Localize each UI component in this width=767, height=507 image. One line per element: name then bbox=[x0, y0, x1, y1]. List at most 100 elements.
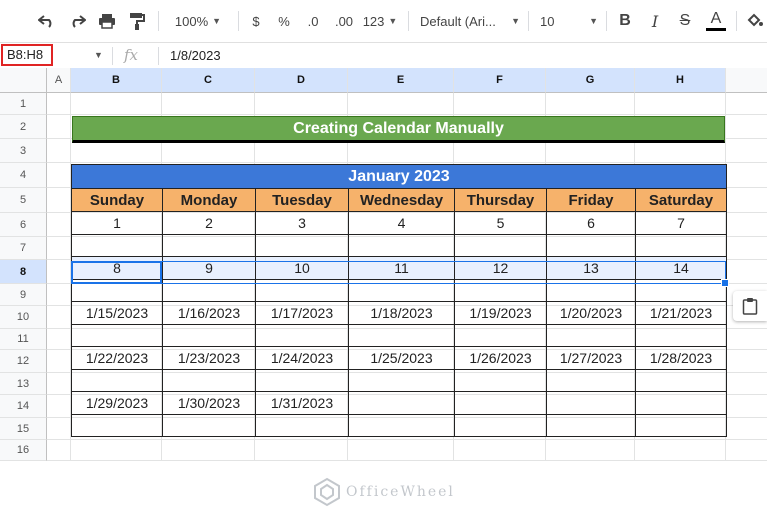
day-header-monday[interactable]: Monday bbox=[162, 188, 256, 212]
date-cell[interactable]: 1/16/2023 bbox=[162, 301, 256, 325]
empty-cell[interactable] bbox=[348, 414, 455, 437]
bold-button[interactable]: B bbox=[614, 8, 636, 34]
formula-input[interactable]: 1/8/2023 bbox=[170, 48, 221, 63]
date-cell[interactable]: 1/31/2023 bbox=[255, 391, 349, 415]
row-header-6[interactable]: 6 bbox=[0, 213, 47, 237]
empty-cell[interactable] bbox=[71, 324, 163, 347]
empty-cell[interactable] bbox=[71, 414, 163, 437]
zoom-select[interactable]: 100% ▼ bbox=[168, 8, 228, 34]
row-header-9[interactable]: 9 bbox=[0, 284, 47, 306]
date-cell[interactable]: 11 bbox=[348, 256, 455, 280]
date-cell[interactable]: 1/24/2023 bbox=[255, 346, 349, 370]
date-cell[interactable] bbox=[454, 391, 547, 415]
currency-button[interactable]: $ bbox=[246, 8, 266, 34]
column-header-b[interactable]: B bbox=[71, 68, 162, 93]
date-cell[interactable]: 14 bbox=[635, 256, 727, 280]
day-header-friday[interactable]: Friday bbox=[546, 188, 636, 212]
date-cell[interactable]: 1/27/2023 bbox=[546, 346, 636, 370]
empty-cell[interactable] bbox=[71, 369, 163, 392]
calendar-month-title[interactable]: January 2023 bbox=[71, 164, 727, 189]
print-icon[interactable] bbox=[96, 8, 118, 34]
fill-color-icon[interactable] bbox=[744, 8, 766, 34]
empty-cell[interactable] bbox=[546, 414, 636, 437]
date-cell[interactable]: 1 bbox=[71, 211, 163, 235]
empty-cell[interactable] bbox=[162, 234, 256, 257]
empty-cell[interactable] bbox=[255, 324, 349, 347]
date-cell[interactable]: 9 bbox=[162, 256, 256, 280]
column-header-f[interactable]: F bbox=[454, 68, 546, 93]
empty-cell[interactable] bbox=[348, 324, 455, 347]
empty-cell[interactable] bbox=[454, 324, 547, 347]
empty-cell[interactable] bbox=[255, 369, 349, 392]
column-header-g[interactable]: G bbox=[546, 68, 635, 93]
undo-icon[interactable] bbox=[36, 8, 58, 34]
select-all-corner[interactable] bbox=[0, 68, 47, 93]
day-header-thursday[interactable]: Thursday bbox=[454, 188, 547, 212]
empty-cell[interactable] bbox=[71, 234, 163, 257]
empty-cell[interactable] bbox=[255, 414, 349, 437]
column-header-h[interactable]: H bbox=[635, 68, 726, 93]
date-cell[interactable] bbox=[635, 391, 727, 415]
empty-cell[interactable] bbox=[546, 324, 636, 347]
spreadsheet-grid[interactable]: A B C D E F G H 1 2 3 4 5 6 7 8 9 10 11 12 13 14 15 16 … bbox=[0, 68, 767, 507]
row-header-13[interactable]: 13 bbox=[0, 373, 47, 395]
column-header-d[interactable]: D bbox=[255, 68, 348, 93]
date-cell[interactable]: 1/21/2023 bbox=[635, 301, 727, 325]
font-select[interactable]: Default (Ari... ▼ bbox=[420, 8, 520, 34]
empty-cell[interactable] bbox=[546, 279, 636, 302]
empty-cell[interactable] bbox=[635, 279, 727, 302]
empty-cell[interactable] bbox=[454, 279, 547, 302]
date-cell[interactable]: 1/17/2023 bbox=[255, 301, 349, 325]
decrease-decimals-button[interactable]: .0 bbox=[302, 8, 324, 34]
empty-cell[interactable] bbox=[546, 369, 636, 392]
redo-icon[interactable] bbox=[66, 8, 88, 34]
date-cell[interactable]: 8 bbox=[71, 256, 163, 280]
empty-cell[interactable] bbox=[454, 234, 547, 257]
paint-format-icon[interactable] bbox=[126, 8, 148, 34]
column-header-c[interactable]: C bbox=[162, 68, 255, 93]
date-cell[interactable]: 1/30/2023 bbox=[162, 391, 256, 415]
day-header-tuesday[interactable]: Tuesday bbox=[255, 188, 349, 212]
empty-cell[interactable] bbox=[635, 324, 727, 347]
empty-cell[interactable] bbox=[162, 369, 256, 392]
row-header-2[interactable]: 2 bbox=[0, 115, 47, 139]
date-cell[interactable]: 13 bbox=[546, 256, 636, 280]
row-header-12[interactable]: 12 bbox=[0, 350, 47, 373]
day-header-saturday[interactable]: Saturday bbox=[635, 188, 727, 212]
empty-cell[interactable] bbox=[348, 234, 455, 257]
italic-button[interactable]: I bbox=[644, 8, 666, 34]
date-cell[interactable] bbox=[348, 391, 455, 415]
increase-decimals-button[interactable]: .00 bbox=[330, 8, 358, 34]
row-header-1[interactable]: 1 bbox=[0, 93, 47, 115]
date-cell[interactable]: 2 bbox=[162, 211, 256, 235]
empty-cell[interactable] bbox=[635, 369, 727, 392]
date-cell[interactable]: 1/20/2023 bbox=[546, 301, 636, 325]
paste-options-button[interactable] bbox=[733, 291, 767, 321]
row-header-10[interactable]: 10 bbox=[0, 306, 47, 329]
date-cell[interactable]: 1/28/2023 bbox=[635, 346, 727, 370]
date-cell[interactable]: 12 bbox=[454, 256, 547, 280]
column-header-a[interactable]: A bbox=[47, 68, 71, 93]
day-header-wednesday[interactable]: Wednesday bbox=[348, 188, 455, 212]
empty-cell[interactable] bbox=[162, 279, 256, 302]
empty-cell[interactable] bbox=[348, 369, 455, 392]
empty-cell[interactable] bbox=[635, 234, 727, 257]
date-cell[interactable] bbox=[546, 391, 636, 415]
column-header-e[interactable]: E bbox=[348, 68, 454, 93]
day-header-sunday[interactable]: Sunday bbox=[71, 188, 163, 212]
date-cell[interactable]: 4 bbox=[348, 211, 455, 235]
date-cell[interactable]: 1/15/2023 bbox=[71, 301, 163, 325]
row-header-16[interactable]: 16 bbox=[0, 440, 47, 461]
date-cell[interactable]: 7 bbox=[635, 211, 727, 235]
empty-cell[interactable] bbox=[546, 234, 636, 257]
date-cell[interactable]: 1/25/2023 bbox=[348, 346, 455, 370]
percent-button[interactable]: % bbox=[274, 8, 294, 34]
empty-cell[interactable] bbox=[635, 414, 727, 437]
row-header-7[interactable]: 7 bbox=[0, 237, 47, 260]
empty-cell[interactable] bbox=[255, 279, 349, 302]
empty-cell[interactable] bbox=[454, 369, 547, 392]
date-cell[interactable]: 6 bbox=[546, 211, 636, 235]
date-cell[interactable]: 1/23/2023 bbox=[162, 346, 256, 370]
date-cell[interactable]: 1/29/2023 bbox=[71, 391, 163, 415]
empty-cell[interactable] bbox=[162, 324, 256, 347]
